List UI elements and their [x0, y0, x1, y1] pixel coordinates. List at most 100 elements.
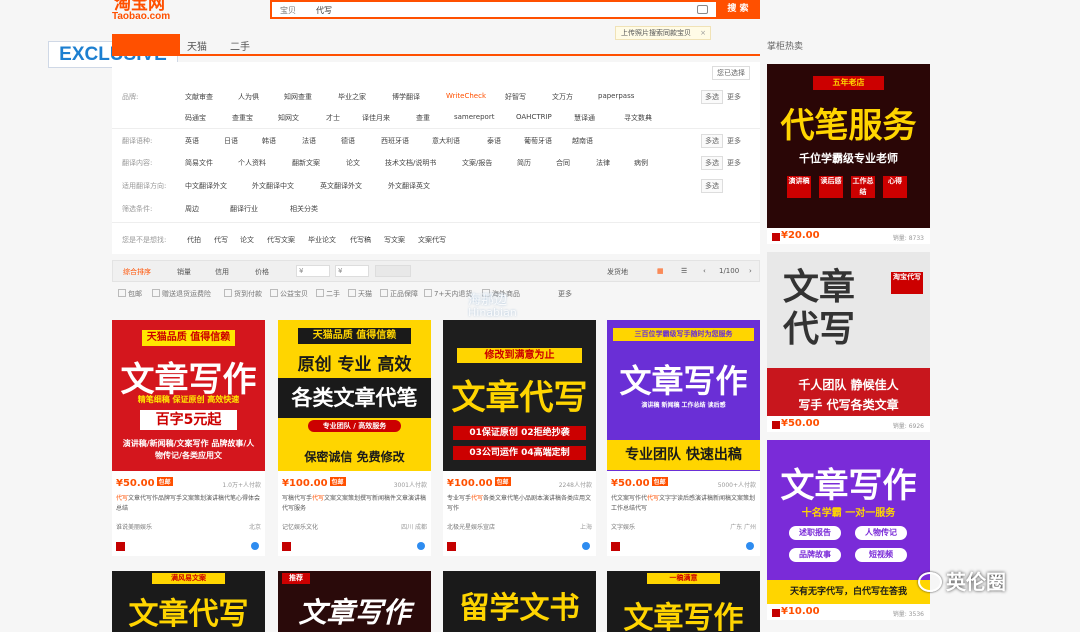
filter-dropdown[interactable]: 周边 — [185, 204, 199, 214]
filter-item[interactable]: paperpass — [598, 92, 634, 100]
product-card[interactable]: 天猫品质 值得信赖 文章写作 精笔细稿 保证原创 高效快速 百字5元起 演讲稿/… — [112, 320, 265, 556]
multi-select-button[interactable]: 多选 — [701, 90, 723, 104]
sort-sales[interactable]: 销量 — [177, 267, 191, 277]
filter-item[interactable]: 病例 — [634, 158, 648, 168]
filter-dropdown[interactable]: 翻译行业 — [230, 204, 258, 214]
filter-item[interactable]: 法语 — [302, 136, 316, 146]
product-title[interactable]: 写稿代写手代写文案文案策划撰写新闻稿件文章演讲稿代写服务 — [282, 494, 427, 514]
filter-item[interactable]: 西班牙语 — [381, 136, 409, 146]
filter-item[interactable]: 翻新文案 — [292, 158, 320, 168]
filter-item[interactable]: 论文 — [346, 158, 360, 168]
filter-item[interactable]: 查重宝 — [232, 113, 253, 123]
search-box[interactable]: 宝贝 代写 — [270, 0, 718, 19]
filter-item[interactable]: 人为俱 — [238, 92, 259, 102]
ship-from-select[interactable]: 发货地 — [607, 267, 628, 277]
filter-item[interactable]: 技术文档/说明书 — [385, 158, 436, 168]
filter-item[interactable]: 韩语 — [262, 136, 276, 146]
multi-select-button[interactable]: 多选 — [701, 179, 723, 193]
search-button[interactable]: 搜 索 — [716, 0, 760, 19]
filter-item[interactable]: 外文翻译英文 — [388, 181, 430, 191]
filter-item[interactable]: 合同 — [556, 158, 570, 168]
suggest-link[interactable]: 毕业论文 — [308, 235, 336, 245]
filter-item[interactable]: 好智写 — [505, 92, 526, 102]
product-image[interactable]: 淘宝代写 文章 代写 千人团队 静候佳人 写手 代写各类文章 — [767, 252, 930, 416]
product-title[interactable]: 专业写手代写各类文章代笔小品剧本演讲稿各类应用文写作 — [447, 494, 592, 514]
filter-item[interactable]: 文献审查 — [185, 92, 213, 102]
checkbox-free-shipping[interactable]: 包邮 — [118, 289, 142, 299]
checkbox-tmall[interactable]: 天猫 — [348, 289, 372, 299]
shop-name[interactable]: 北极光星娱乐宣店 — [447, 522, 495, 531]
wangwang-chat-icon[interactable] — [251, 542, 259, 550]
filter-dropdown[interactable]: 相关分类 — [290, 204, 318, 214]
checkbox-cod[interactable]: 货到付款 — [224, 289, 262, 299]
next-page-icon[interactable]: › — [749, 267, 752, 275]
product-card[interactable]: 天猫品质 值得信赖 原创 专业 高效 各类文章代笔 专业团队 / 高效服务 保密… — [278, 320, 431, 556]
product-card[interactable]: 满风易文案 文章代写 — [112, 571, 265, 632]
product-card[interactable]: 三百位学霸级写手随时为您服务 文章写作 演讲稿 新闻稿 工作总结 读后感 专业团… — [607, 320, 760, 556]
product-image[interactable]: 天猫品质 值得信赖 文章写作 精笔细稿 保证原创 高效快速 百字5元起 演讲稿/… — [112, 320, 265, 471]
suggest-link[interactable]: 代写 — [214, 235, 228, 245]
list-view-icon[interactable]: ☰ — [681, 267, 687, 275]
product-card[interactable]: 一稿满意 文章写作 — [607, 571, 760, 632]
shop-name[interactable]: 谁说美丽娱乐 — [116, 522, 152, 531]
filter-item[interactable]: 越南语 — [572, 136, 593, 146]
hot-seller-card[interactable]: 淘宝代写 文章 代写 千人团队 静候佳人 写手 代写各类文章 ¥50.00 销量… — [767, 252, 930, 432]
suggest-link[interactable]: 文案代写 — [418, 235, 446, 245]
tab-tmall[interactable]: 天猫 — [187, 38, 207, 53]
filter-item[interactable]: 个人资料 — [238, 158, 266, 168]
filter-item[interactable]: 泰语 — [487, 136, 501, 146]
sort-credit[interactable]: 信用 — [215, 267, 229, 277]
checkbox-secondhand[interactable]: 二手 — [316, 289, 340, 299]
tab-secondhand[interactable]: 二手 — [230, 38, 250, 53]
filter-item[interactable]: 法律 — [596, 158, 610, 168]
product-image[interactable]: 五年老店 代笔服务 千位学霸级专业老师 演讲稿 读后感 工作总结 心得 — [767, 64, 930, 228]
checkbox-return-insurance[interactable]: 赠送退货运费险 — [152, 289, 211, 299]
suggest-link[interactable]: 论文 — [240, 235, 254, 245]
filter-item[interactable]: 才士 — [326, 113, 340, 123]
camera-icon[interactable] — [697, 5, 708, 14]
selected-filters-button[interactable]: 您已选择 — [712, 66, 750, 80]
sort-default[interactable]: 综合排序 — [123, 267, 151, 277]
product-image[interactable]: 天猫品质 值得信赖 原创 专业 高效 各类文章代笔 专业团队 / 高效服务 保密… — [278, 320, 431, 471]
product-card[interactable]: 推荐 文章写作 — [278, 571, 431, 632]
hot-seller-card[interactable]: 文章写作 十名学霸 一对一服务 述职报告 人物传记 品牌故事 短视频 天有无字代… — [767, 440, 930, 620]
shop-name[interactable]: 记忆娱乐文化 — [282, 522, 318, 531]
filter-item[interactable]: 中文翻译外文 — [185, 181, 227, 191]
product-image[interactable]: 三百位学霸级写手随时为您服务 文章写作 演讲稿 新闻稿 工作总结 读后感 专业团… — [607, 320, 760, 471]
filter-item[interactable]: 德语 — [341, 136, 355, 146]
filter-item[interactable]: 文万方 — [552, 92, 573, 102]
filter-item[interactable]: 英语 — [185, 136, 199, 146]
more-button[interactable]: 更多 — [727, 92, 741, 102]
search-input[interactable]: 代写 — [316, 5, 332, 16]
taobao-logo[interactable]: 淘宝网 Taobao.com — [112, 0, 180, 28]
filter-item[interactable]: 意大利语 — [432, 136, 460, 146]
filter-item[interactable]: 知网文 — [278, 113, 299, 123]
product-image[interactable]: 修改到满意为止 文章代写 01保证原创 02拒绝抄袭 03公司运作 04高端定制 — [443, 320, 596, 471]
filter-item[interactable]: 毕业之家 — [338, 92, 366, 102]
filter-item[interactable]: 寻文数典 — [624, 113, 652, 123]
filter-item[interactable]: 简历 — [517, 158, 531, 168]
wangwang-chat-icon[interactable] — [582, 542, 590, 550]
more-filters-button[interactable]: 更多 — [558, 289, 572, 299]
filter-item[interactable]: WriteCheck — [446, 92, 486, 100]
suggest-link[interactable]: 写文案 — [384, 235, 405, 245]
multi-select-button[interactable]: 多选 — [701, 134, 723, 148]
product-title[interactable]: 代文案写作代代写文字字读后感演讲稿新闻稿文案策划工作总结代写 — [611, 494, 756, 514]
product-title[interactable]: 代写文章代写作品牌写手文案策划演讲稿代笔心得体会总结 — [116, 494, 261, 514]
filter-item[interactable]: 外文翻译中文 — [252, 181, 294, 191]
more-button[interactable]: 更多 — [727, 136, 741, 146]
price-to-input[interactable]: ¥ — [335, 265, 369, 277]
filter-item[interactable]: 简易文件 — [185, 158, 213, 168]
filter-item[interactable]: samereport — [454, 113, 494, 121]
filter-item[interactable]: OAHCTRIP — [516, 113, 552, 121]
checkbox-charity[interactable]: 公益宝贝 — [270, 289, 308, 299]
product-card[interactable]: 留学文书 — [443, 571, 596, 632]
tab-all[interactable] — [112, 34, 180, 54]
hot-seller-card[interactable]: 五年老店 代笔服务 千位学霸级专业老师 演讲稿 读后感 工作总结 心得 ¥20.… — [767, 64, 930, 244]
checkbox-genuine[interactable]: 正品保障 — [380, 289, 418, 299]
filter-item[interactable]: 日语 — [224, 136, 238, 146]
checkbox-return[interactable]: 7+天内退货 — [424, 289, 472, 299]
suggest-link[interactable]: 代写稿 — [350, 235, 371, 245]
filter-item[interactable]: 译佳月来 — [362, 113, 390, 123]
sort-price[interactable]: 价格 — [255, 267, 269, 277]
